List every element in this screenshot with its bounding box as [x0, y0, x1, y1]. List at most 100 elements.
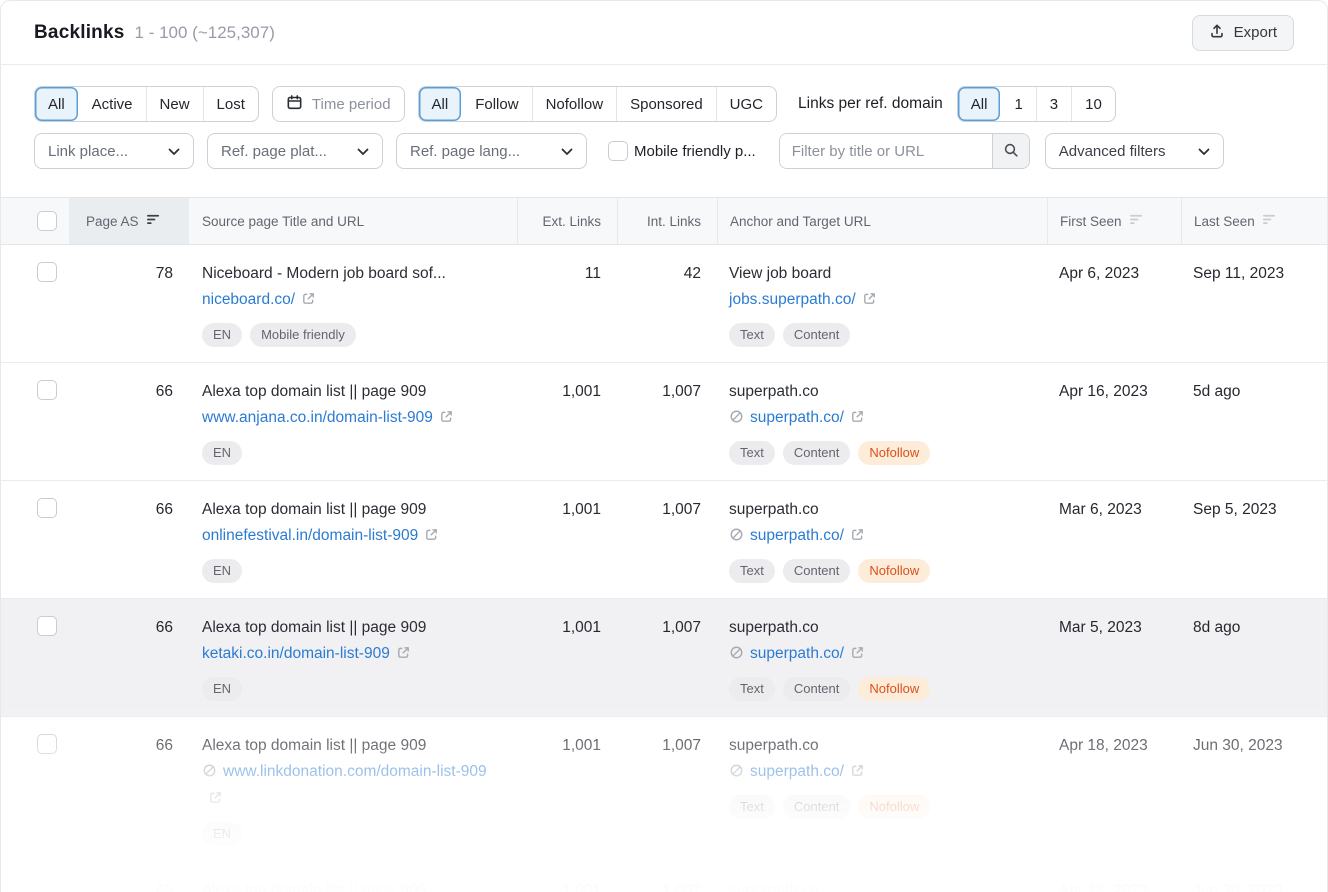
- nofollow-icon: [202, 761, 217, 786]
- advanced-filters-dropdown[interactable]: Advanced filters: [1045, 133, 1224, 169]
- external-link-icon[interactable]: [850, 761, 865, 786]
- source-title: Alexa top domain list || page 909: [202, 616, 499, 640]
- mobile-friendly-label: Mobile friendly p...: [634, 143, 756, 160]
- external-link-icon[interactable]: [850, 643, 865, 668]
- ref-page-platform-dropdown[interactable]: Ref. page plat...: [207, 133, 383, 169]
- anchor-text: superpath.co: [729, 879, 1029, 892]
- follow-filter-nofollow[interactable]: Nofollow: [532, 87, 617, 121]
- export-button[interactable]: Export: [1192, 15, 1294, 51]
- status-filter-all[interactable]: All: [35, 87, 78, 121]
- source-url-link[interactable]: www.linkdonation.com/domain-list-909: [202, 763, 487, 807]
- links-per-domain-filter-3[interactable]: 3: [1036, 87, 1071, 121]
- source-url-link[interactable]: onlinefestival.in/domain-list-909: [202, 527, 439, 544]
- first-seen-cell: Mar 5, 2023: [1047, 599, 1181, 716]
- table-row: 66 Alexa top domain list || page 909 www…: [1, 363, 1327, 481]
- source-title: Alexa top domain list || page 909: [202, 879, 499, 892]
- external-link-icon[interactable]: [396, 643, 411, 668]
- links-per-domain-filter-all[interactable]: All: [958, 87, 1001, 121]
- follow-filter-ugc[interactable]: UGC: [716, 87, 776, 121]
- table-row: 78 Niceboard - Modern job board sof... n…: [1, 245, 1327, 363]
- search-button[interactable]: [992, 134, 1029, 168]
- mobile-friendly-checkbox[interactable]: [608, 141, 628, 161]
- search-input[interactable]: [780, 134, 992, 168]
- ext-links-cell: 11: [517, 245, 617, 362]
- link-placement-dropdown[interactable]: Link place...: [34, 133, 194, 169]
- target-url-line: superpath.co/: [729, 523, 1029, 550]
- target-url-line: jobs.superpath.co/: [729, 287, 1029, 314]
- target-url-link[interactable]: superpath.co/: [750, 527, 865, 544]
- row-checkbox[interactable]: [37, 879, 57, 892]
- last-seen-cell: 5d ago: [1181, 363, 1328, 480]
- page-as-cell: 66: [69, 862, 189, 892]
- target-url-link[interactable]: superpath.co/: [750, 645, 865, 662]
- source-url-link[interactable]: niceboard.co/: [202, 291, 316, 308]
- external-link-icon[interactable]: [301, 289, 316, 314]
- source-cell: Alexa top domain list || page 909 www.li…: [189, 717, 517, 861]
- external-link-icon[interactable]: [862, 289, 877, 314]
- anchor-cell: superpath.co superpath.co/ TextContentNo…: [717, 363, 1047, 480]
- links-per-domain-filter-1[interactable]: 1: [1000, 87, 1035, 121]
- follow-filter-sponsored[interactable]: Sponsored: [616, 87, 716, 121]
- table-row: 66 Alexa top domain list || page 909 sup…: [1, 862, 1327, 892]
- source-cell: Niceboard - Modern job board sof... nice…: [189, 245, 517, 362]
- external-link-icon[interactable]: [208, 788, 223, 813]
- badge-en: EN: [202, 559, 242, 583]
- source-title: Alexa top domain list || page 909: [202, 734, 499, 758]
- title-url-search: [779, 133, 1030, 169]
- target-url-link[interactable]: superpath.co/: [750, 763, 865, 780]
- row-checkbox-cell: [1, 599, 69, 716]
- row-checkbox[interactable]: [37, 380, 57, 400]
- links-per-domain-filter-10[interactable]: 10: [1071, 87, 1115, 121]
- anchor-text: superpath.co: [729, 498, 1029, 522]
- badge-en: EN: [202, 323, 242, 347]
- source-badges: EN: [202, 559, 499, 583]
- row-checkbox-cell: [1, 862, 69, 892]
- status-filter-lost[interactable]: Lost: [203, 87, 258, 121]
- filter-row-1: AllActiveNewLost Time period AllFollowNo…: [34, 86, 1294, 122]
- badge-text: Text: [729, 441, 775, 465]
- select-all-checkbox[interactable]: [37, 211, 57, 231]
- external-link-icon[interactable]: [850, 525, 865, 550]
- links-per-domain-filter: All1310: [957, 86, 1116, 122]
- ref-page-language-dropdown[interactable]: Ref. page lang...: [396, 133, 587, 169]
- table-header: Page AS Source page Title and URL Ext. L…: [1, 197, 1327, 245]
- ext-links-cell: 1,001: [517, 599, 617, 716]
- anchor-text: superpath.co: [729, 380, 1029, 404]
- anchor-cell: superpath.co superpath.co/ TextContentNo…: [717, 717, 1047, 861]
- page-as-cell: 78: [69, 245, 189, 362]
- column-header-first-seen[interactable]: First Seen: [1047, 198, 1181, 244]
- target-url-link[interactable]: jobs.superpath.co/: [729, 291, 877, 308]
- status-filter-new[interactable]: New: [146, 87, 203, 121]
- page-as-cell: 66: [69, 599, 189, 716]
- target-url-link[interactable]: superpath.co/: [750, 409, 865, 426]
- ref-page-platform-label: Ref. page plat...: [221, 143, 327, 160]
- sort-descending-icon: [146, 213, 161, 229]
- source-url-link[interactable]: www.anjana.co.in/domain-list-909: [202, 409, 454, 426]
- follow-filter: AllFollowNofollowSponsoredUGC: [418, 86, 777, 122]
- anchor-cell: superpath.co superpath.co/ TextContentNo…: [717, 862, 1047, 892]
- time-period-button[interactable]: Time period: [272, 86, 405, 122]
- ext-links-cell: 1,001: [517, 363, 617, 480]
- chevron-down-icon: [1198, 143, 1210, 160]
- external-link-icon[interactable]: [439, 407, 454, 432]
- last-seen-cell: Jun 30, 2023: [1181, 717, 1328, 861]
- mobile-friendly-filter: Mobile friendly p...: [608, 141, 756, 161]
- source-url-link[interactable]: ketaki.co.in/domain-list-909: [202, 645, 411, 662]
- column-header-last-seen[interactable]: Last Seen: [1181, 198, 1328, 244]
- page-as-cell: 66: [69, 481, 189, 598]
- column-header-page-as[interactable]: Page AS: [69, 198, 189, 244]
- external-link-icon[interactable]: [424, 525, 439, 550]
- row-checkbox[interactable]: [37, 262, 57, 282]
- badge-content: Content: [783, 795, 851, 819]
- row-checkbox[interactable]: [37, 616, 57, 636]
- advanced-filters-label: Advanced filters: [1059, 143, 1166, 160]
- follow-filter-follow[interactable]: Follow: [461, 87, 531, 121]
- external-link-icon[interactable]: [850, 407, 865, 432]
- row-checkbox-cell: [1, 481, 69, 598]
- link-badges: TextContentNofollow: [729, 677, 1029, 701]
- row-checkbox[interactable]: [37, 734, 57, 754]
- badge-nofollow: Nofollow: [858, 441, 930, 465]
- row-checkbox[interactable]: [37, 498, 57, 518]
- follow-filter-all[interactable]: All: [419, 87, 462, 121]
- status-filter-active[interactable]: Active: [78, 87, 146, 121]
